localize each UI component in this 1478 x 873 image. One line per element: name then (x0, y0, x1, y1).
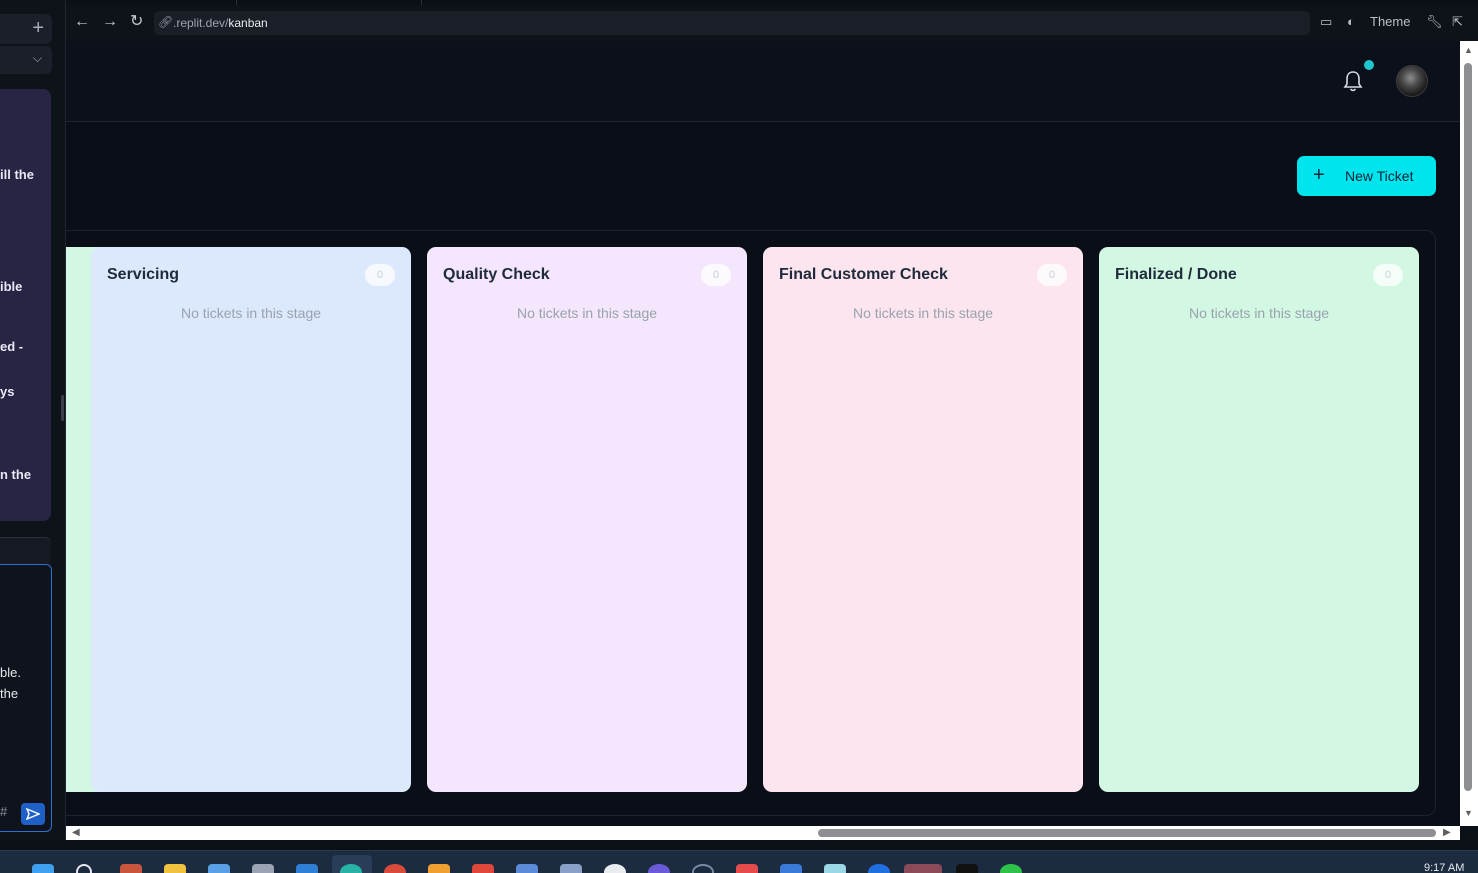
open-external-icon[interactable]: ⇱ (1452, 14, 1463, 30)
discord-icon[interactable] (648, 864, 670, 873)
scroll-right-icon[interactable]: ▶ (1443, 827, 1451, 838)
user-avatar[interactable] (1396, 65, 1428, 97)
taskbar: 9:17 AM (0, 850, 1478, 873)
send-button[interactable] (21, 803, 45, 825)
message-text: ys (0, 384, 15, 399)
notification-bell-icon[interactable] (1343, 69, 1363, 93)
app-icon[interactable] (692, 864, 714, 873)
scroll-down-icon[interactable]: ▼ (1464, 808, 1473, 818)
start-icon[interactable] (32, 864, 54, 873)
url-text: .replit.dev/kanban (173, 16, 268, 30)
wrench-icon[interactable]: 🔧︎ (1426, 14, 1443, 30)
panel-resize-handle[interactable] (61, 395, 64, 421)
theme-button[interactable]: Theme (1370, 14, 1410, 29)
column-title: Finalized / Done (1115, 266, 1237, 283)
app-icon[interactable] (780, 864, 802, 873)
column-empty-state: No tickets in this stage (852, 305, 994, 321)
horizontal-scrollbar[interactable]: ◀ ▶ (66, 826, 1460, 840)
chevron-down-icon[interactable]: ⌵ (33, 51, 42, 66)
kanban-column-servicing: Servicing 0 No tickets in this stage (91, 247, 411, 792)
photos-app-icon[interactable] (120, 864, 142, 873)
message-text: ed - (0, 339, 24, 354)
kanban-column-quality-check: Quality Check 0 No tickets in this stage (427, 247, 747, 792)
column-title: Final Customer Check (779, 266, 948, 283)
link-icon: 🔗︎ (158, 15, 174, 29)
devices-icon[interactable]: ▭ (1320, 14, 1332, 30)
search-icon[interactable] (76, 864, 92, 873)
message-text: ill the (0, 167, 34, 182)
message-text: n the (0, 467, 32, 482)
scroll-up-icon[interactable]: ▲ (1464, 45, 1473, 55)
input-toolbar (0, 537, 51, 565)
assistant-panel: + ⌵ ill the ible ed - ys n the ble. the … (0, 0, 66, 850)
chat-selector[interactable]: ⌵ (0, 46, 52, 74)
forward-icon[interactable]: → (102, 13, 118, 31)
app-header (66, 41, 1460, 122)
vscode-icon[interactable] (296, 864, 318, 873)
vertical-scrollbar[interactable]: ▲ ▼ (1460, 41, 1478, 826)
app-icon[interactable] (560, 864, 582, 873)
epic-games-icon[interactable] (956, 864, 978, 873)
column-empty-state: No tickets in this stage (1188, 305, 1330, 321)
column-count-badge: 0 (1037, 264, 1067, 286)
input-text: the (0, 686, 19, 701)
url-path: kanban (228, 16, 268, 30)
file-explorer-icon[interactable] (164, 864, 186, 873)
new-ticket-label: New Ticket (1345, 168, 1414, 184)
browser-toolbar: ← → ↻ 🔗︎ .replit.dev/kanban ▭ ◐ Theme 🔧︎… (66, 5, 1478, 41)
message-text: ible (0, 279, 23, 294)
app-icon[interactable] (428, 864, 450, 873)
column-title: Quality Check (443, 266, 550, 283)
column-count-badge: 0 (701, 264, 731, 286)
app-icon[interactable] (604, 864, 626, 873)
app-icon[interactable] (868, 864, 890, 873)
plus-icon: + (1313, 164, 1325, 186)
chat-input[interactable]: ble. the (0, 564, 52, 832)
screen: + ⌵ ill the ible ed - ys n the ble. the … (0, 0, 1478, 873)
reload-icon[interactable]: ↻ (130, 13, 143, 31)
column-count-badge: 0 (1373, 264, 1403, 286)
chat-message: ill the ible ed - ys n the (0, 89, 51, 521)
app-icon[interactable] (824, 864, 846, 873)
column-title: Servicing (107, 266, 180, 283)
url-domain: .replit.dev/ (173, 16, 229, 30)
system-clock: 9:17 AM (1424, 862, 1465, 873)
app-icon[interactable] (472, 864, 494, 873)
scroll-left-icon[interactable]: ◀ (72, 827, 80, 838)
address-bar[interactable]: 🔗︎ .replit.dev/kanban (154, 11, 1310, 35)
column-count-badge: 0 (365, 264, 395, 286)
kanban-column-finalized-done: Finalized / Done 0 No tickets in this st… (1099, 247, 1419, 792)
kanban-column-final-customer-check: Final Customer Check 0 No tickets in thi… (763, 247, 1083, 792)
app-icon[interactable] (252, 864, 274, 873)
new-ticket-button[interactable]: + New Ticket (1297, 156, 1436, 196)
chrome-icon[interactable] (384, 864, 406, 873)
back-icon[interactable]: ← (74, 13, 90, 31)
app-icon[interactable] (208, 864, 230, 873)
palette-icon[interactable]: ◐ (1347, 14, 1355, 29)
plus-icon[interactable]: + (32, 18, 44, 38)
input-text: ble. (0, 665, 21, 680)
column-empty-state: No tickets in this stage (516, 305, 658, 321)
vertical-scroll-thumb[interactable] (1464, 63, 1472, 791)
notification-badge (1364, 60, 1374, 70)
whatsapp-icon[interactable] (1000, 864, 1022, 873)
column-empty-state: No tickets in this stage (180, 305, 322, 321)
app-icon[interactable] (904, 864, 942, 873)
send-icon (25, 807, 41, 821)
window-edge (0, 840, 1478, 850)
new-chat-bar[interactable]: + (0, 14, 52, 44)
mention-icon[interactable]: # (0, 804, 7, 819)
horizontal-scroll-thumb[interactable] (818, 829, 1436, 837)
kanban-app: + New Ticket Servicing 0 No tickets in t… (66, 41, 1460, 826)
app-icon[interactable] (516, 864, 538, 873)
app-icon[interactable] (736, 864, 758, 873)
edge-browser-icon[interactable] (340, 864, 362, 873)
